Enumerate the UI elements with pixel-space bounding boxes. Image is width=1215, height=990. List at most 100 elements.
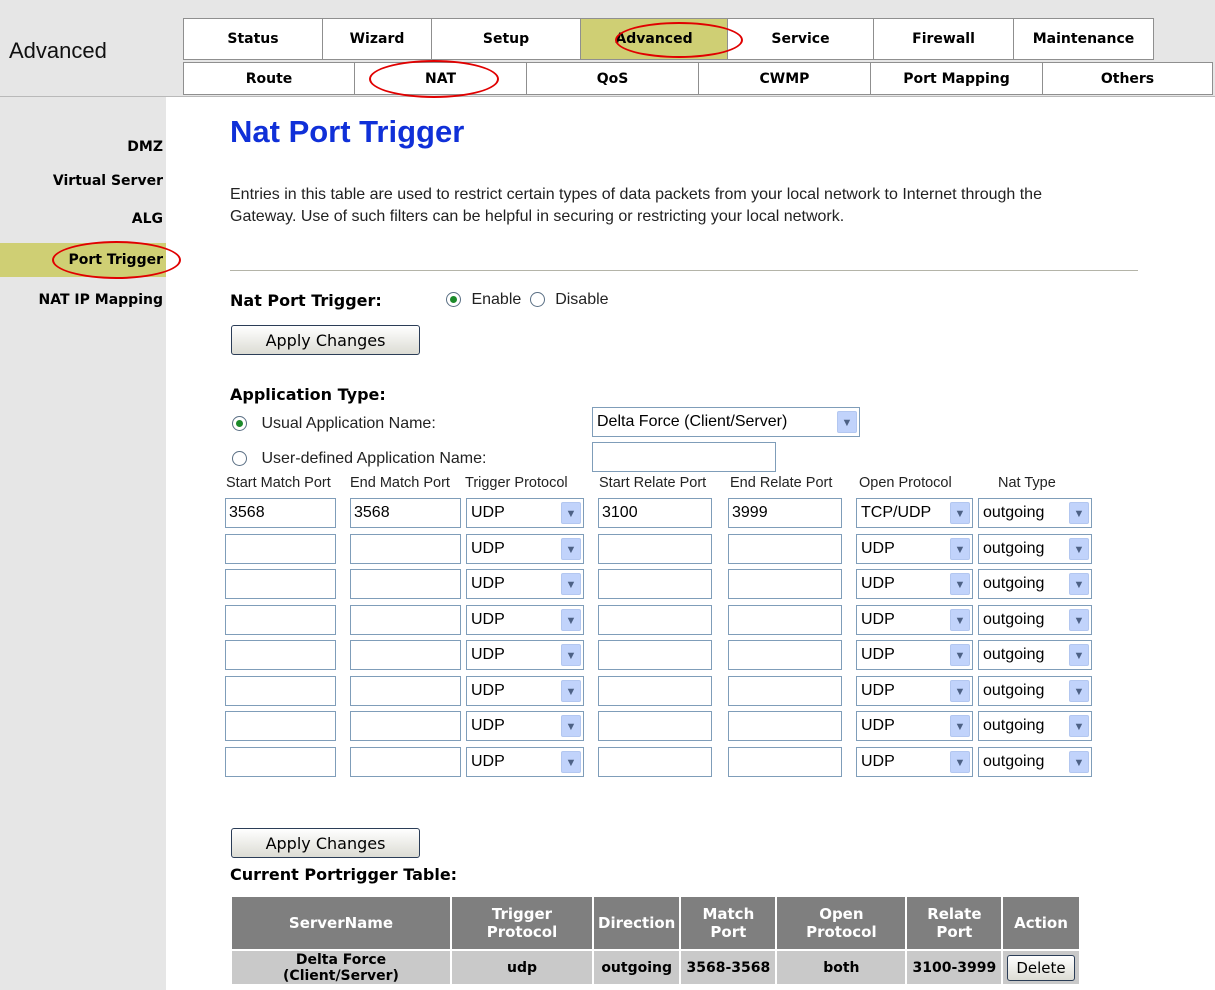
end-match-port-input[interactable] (350, 640, 461, 670)
trigger-protocol-select[interactable]: UDP ▼ (466, 676, 584, 706)
trigger-protocol-select[interactable]: UDP ▼ (466, 534, 584, 564)
open-protocol-select[interactable]: UDP ▼ (856, 676, 973, 706)
end-match-port-input[interactable] (350, 676, 461, 706)
chevron-down-icon: ▼ (1069, 573, 1089, 595)
end-match-port-input[interactable] (350, 747, 461, 777)
enable-radio[interactable] (446, 292, 461, 308)
th-relate-port: Relate Port (907, 897, 1002, 949)
trigger-protocol-value: UDP (471, 540, 505, 557)
apply-changes-button-2[interactable]: Apply Changes (231, 828, 420, 858)
trigger-protocol-select[interactable]: UDP ▼ (466, 569, 584, 599)
sidebar-item-port-trigger[interactable]: Port Trigger (0, 243, 166, 277)
chevron-down-icon: ▼ (950, 609, 970, 631)
end-relate-port-input[interactable] (728, 676, 842, 706)
open-protocol-select[interactable]: UDP ▼ (856, 711, 973, 741)
open-protocol-select[interactable]: UDP ▼ (856, 605, 973, 635)
trigger-protocol-select[interactable]: UDP ▼ (466, 640, 584, 670)
sidebar: DMZ Virtual Server ALG Port Trigger NAT … (0, 97, 181, 990)
col-nat-type: Nat Type (998, 475, 1056, 491)
nat-type-value: outgoing (983, 717, 1045, 734)
start-match-port-input[interactable] (225, 747, 336, 777)
trigger-protocol-value: UDP (471, 753, 505, 770)
nat-type-value: outgoing (983, 753, 1045, 770)
usual-app-option: Usual Application Name: (232, 415, 436, 433)
open-protocol-select[interactable]: UDP ▼ (856, 569, 973, 599)
usual-app-label: Usual Application Name: (261, 415, 436, 432)
col-end-relate-port: End Relate Port (730, 475, 833, 491)
disable-radio[interactable] (529, 292, 545, 308)
end-match-port-input[interactable] (350, 534, 461, 564)
sidebar-item-virtual-server[interactable]: Virtual Server (0, 166, 166, 196)
start-match-port-input[interactable] (225, 605, 336, 635)
end-relate-port-input[interactable] (728, 747, 842, 777)
cell-relate-port: 3100-3999 (907, 951, 1002, 984)
open-protocol-select[interactable]: UDP ▼ (856, 534, 973, 564)
sidebar-item-nat-ip-mapping[interactable]: NAT IP Mapping (0, 285, 166, 315)
nat-type-select[interactable]: outgoing ▼ (978, 605, 1092, 635)
start-relate-port-input[interactable] (598, 569, 712, 599)
chevron-down-icon: ▼ (561, 751, 581, 773)
enable-label: Enable (471, 291, 522, 308)
nat-type-value: outgoing (983, 611, 1045, 628)
start-relate-port-input[interactable] (598, 640, 712, 670)
delete-button[interactable]: Delete (1007, 954, 1075, 981)
end-relate-port-input[interactable] (728, 569, 842, 599)
apply-changes-button[interactable]: Apply Changes (231, 325, 420, 355)
start-match-port-input[interactable] (225, 534, 336, 564)
start-relate-port-input[interactable] (598, 711, 712, 741)
trigger-label: Nat Port Trigger: (230, 291, 382, 310)
start-match-port-input[interactable] (225, 676, 336, 706)
sidebar-item-dmz[interactable]: DMZ (0, 132, 166, 162)
user-app-radio[interactable] (232, 451, 247, 467)
open-protocol-select[interactable]: UDP ▼ (856, 640, 973, 670)
chevron-down-icon: ▼ (950, 644, 970, 666)
end-relate-port-value: 3999 (732, 504, 768, 521)
col-end-match-port: End Match Port (350, 475, 450, 491)
end-match-port-input[interactable] (350, 605, 461, 635)
chevron-down-icon: ▼ (837, 411, 857, 433)
start-match-port-input[interactable] (225, 569, 336, 599)
chevron-down-icon: ▼ (561, 538, 581, 560)
chevron-down-icon: ▼ (1069, 644, 1089, 666)
trigger-protocol-value: UDP (471, 611, 505, 628)
nat-type-select[interactable]: outgoing ▼ (978, 498, 1092, 528)
open-protocol-select[interactable]: TCP/UDP ▼ (856, 498, 973, 528)
end-match-port-input[interactable] (350, 711, 461, 741)
end-relate-port-input[interactable] (728, 605, 842, 635)
th-open-protocol: Open Protocol (777, 897, 906, 949)
start-match-port-input[interactable] (225, 711, 336, 741)
sidebar-item-alg[interactable]: ALG (0, 204, 166, 234)
cell-direction: outgoing (594, 951, 680, 984)
trigger-protocol-select[interactable]: UDP ▼ (466, 605, 584, 635)
start-match-port-input[interactable] (225, 640, 336, 670)
nat-type-select[interactable]: outgoing ▼ (978, 711, 1092, 741)
start-relate-port-input[interactable]: 3100 (598, 498, 712, 528)
end-match-port-input[interactable] (350, 569, 461, 599)
usual-app-select[interactable]: Delta Force (Client/Server) ▼ (592, 407, 860, 437)
chevron-down-icon: ▼ (1069, 609, 1089, 631)
nat-type-select[interactable]: outgoing ▼ (978, 747, 1092, 777)
trigger-protocol-select[interactable]: UDP ▼ (466, 747, 584, 777)
end-match-port-input[interactable]: 3568 (350, 498, 461, 528)
end-relate-port-input[interactable]: 3999 (728, 498, 842, 528)
user-app-input[interactable] (592, 442, 776, 472)
usual-app-radio[interactable] (232, 416, 247, 432)
nat-type-select[interactable]: outgoing ▼ (978, 534, 1092, 564)
nat-type-select[interactable]: outgoing ▼ (978, 676, 1092, 706)
end-relate-port-input[interactable] (728, 534, 842, 564)
start-match-port-input[interactable]: 3568 (225, 498, 336, 528)
trigger-protocol-select[interactable]: UDP ▼ (466, 711, 584, 741)
start-relate-port-input[interactable] (598, 676, 712, 706)
chevron-down-icon: ▼ (561, 502, 581, 524)
nat-type-select[interactable]: outgoing ▼ (978, 569, 1092, 599)
start-relate-port-input[interactable] (598, 747, 712, 777)
nat-type-select[interactable]: outgoing ▼ (978, 640, 1092, 670)
trigger-protocol-select[interactable]: UDP ▼ (466, 498, 584, 528)
open-protocol-select[interactable]: UDP ▼ (856, 747, 973, 777)
end-relate-port-input[interactable] (728, 640, 842, 670)
page-description: Entries in this table are used to restri… (230, 186, 1042, 225)
start-relate-port-input[interactable] (598, 605, 712, 635)
end-relate-port-input[interactable] (728, 711, 842, 741)
start-relate-port-input[interactable] (598, 534, 712, 564)
open-protocol-value: UDP (861, 646, 895, 663)
